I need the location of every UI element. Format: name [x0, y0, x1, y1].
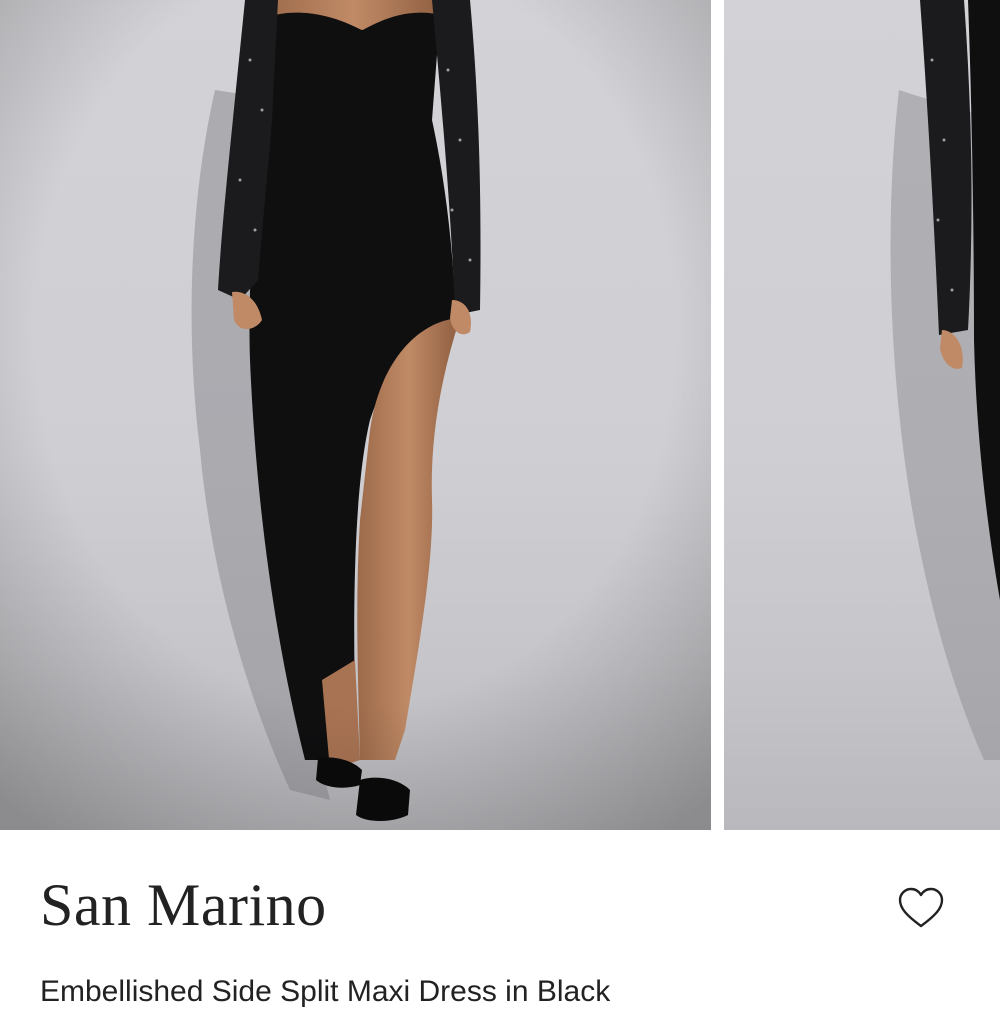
product-brand-title: San Marino: [40, 872, 327, 938]
dress-front-illustration: [0, 0, 711, 830]
wishlist-button[interactable]: [896, 884, 946, 934]
product-image-carousel[interactable]: [0, 0, 1000, 830]
product-name: Embellished Side Split Maxi Dress in Bla…: [40, 975, 611, 1008]
heart-outline-icon: [898, 887, 944, 928]
dress-side-illustration: [890, 0, 1000, 760]
product-image-main[interactable]: [0, 0, 711, 830]
product-image-secondary[interactable]: [724, 0, 1000, 830]
